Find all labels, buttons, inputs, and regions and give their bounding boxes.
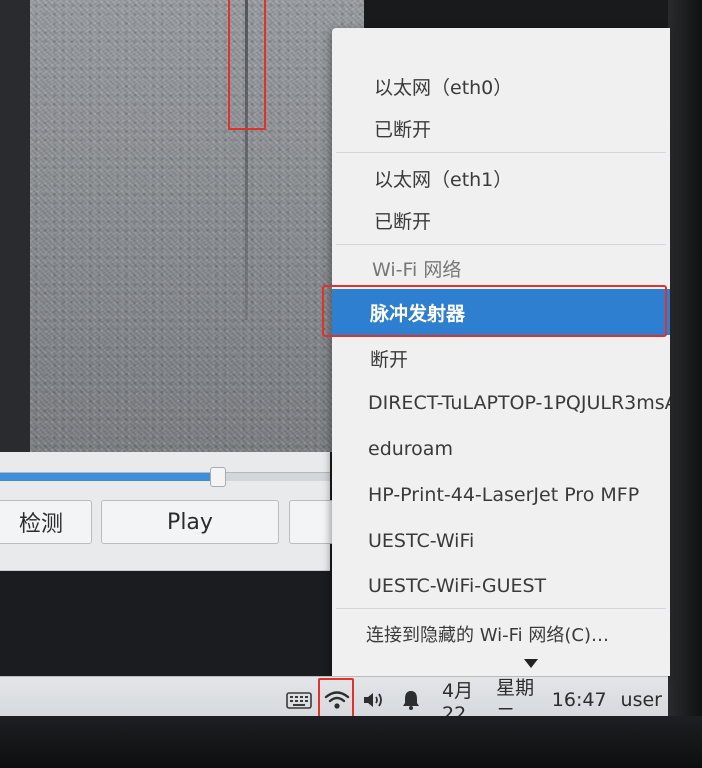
detection-box (228, 0, 266, 130)
wifi-network-item[interactable]: UESTC-WiFi (332, 518, 670, 564)
connect-hidden-network-item[interactable]: 连接到隐藏的 Wi-Fi 网络(C)… (332, 612, 670, 656)
selection-highlight-outline (322, 285, 667, 337)
ethernet-eth1-item[interactable]: 以太网（eth1） (332, 158, 670, 198)
play-button-label: Play (167, 509, 213, 535)
menu-separator (336, 152, 666, 153)
wifi-network-label: UESTC-WiFi (368, 530, 475, 552)
wifi-network-item[interactable]: HP-Print-44-LaserJet Pro MFP (332, 472, 670, 518)
disconnect-item[interactable]: 断开 (332, 336, 670, 380)
ethernet-eth0-status: 已断开 (332, 108, 670, 148)
network-menu: 以太网（eth0） 已断开 以太网（eth1） 已断开 Wi-Fi 网络 脉冲发… (332, 28, 670, 676)
wifi-network-label: DIRECT-TuLAPTOP-1PQJULR3msAN (368, 392, 670, 414)
wifi-network-item[interactable]: UESTC-WiFi-GUEST (332, 563, 670, 609)
wifi-section-header: Wi-Fi 网络 (332, 248, 670, 288)
wifi-network-item[interactable]: eduroam (332, 426, 670, 472)
user-name: user (620, 689, 662, 711)
scroll-down-arrow-icon[interactable] (524, 659, 538, 668)
ethernet-eth0-item[interactable]: 以太网（eth0） (332, 66, 670, 106)
detect-button[interactable]: 检测 (0, 500, 92, 544)
screen-bezel-right (668, 0, 702, 768)
wifi-network-item[interactable]: DIRECT-TuLAPTOP-1PQJULR3msAN (332, 380, 670, 426)
ethernet-eth0-label: 以太网（eth0） (374, 76, 513, 99)
clock-time: 16:47 (551, 689, 607, 711)
progress-fill (0, 473, 218, 481)
ethernet-eth1-status-label: 已断开 (374, 210, 432, 233)
menu-separator (336, 244, 666, 245)
ethernet-eth1-label: 以太网（eth1） (374, 168, 513, 191)
screen-bezel-left (0, 0, 30, 452)
video-frame (30, 0, 364, 452)
wifi-network-label: HP-Print-44-LaserJet Pro MFP (368, 484, 640, 506)
wifi-section-label: Wi-Fi 网络 (372, 258, 462, 281)
player-controls: 检测 Play (0, 452, 349, 571)
progress-slider[interactable] (0, 467, 330, 487)
connect-hidden-network-label: 连接到隐藏的 Wi-Fi 网络(C)… (366, 625, 609, 646)
play-button[interactable]: Play (101, 500, 279, 544)
ethernet-eth0-status-label: 已断开 (374, 118, 432, 141)
wifi-network-label: eduroam (368, 438, 453, 460)
detect-button-label: 检测 (18, 512, 63, 537)
wifi-network-label: UESTC-WiFi-GUEST (368, 575, 547, 597)
disconnect-label: 断开 (370, 348, 409, 371)
ethernet-eth1-status: 已断开 (332, 200, 670, 240)
screen-bezel-bottom (0, 716, 702, 768)
progress-handle[interactable] (209, 467, 226, 487)
menu-separator (336, 608, 666, 609)
